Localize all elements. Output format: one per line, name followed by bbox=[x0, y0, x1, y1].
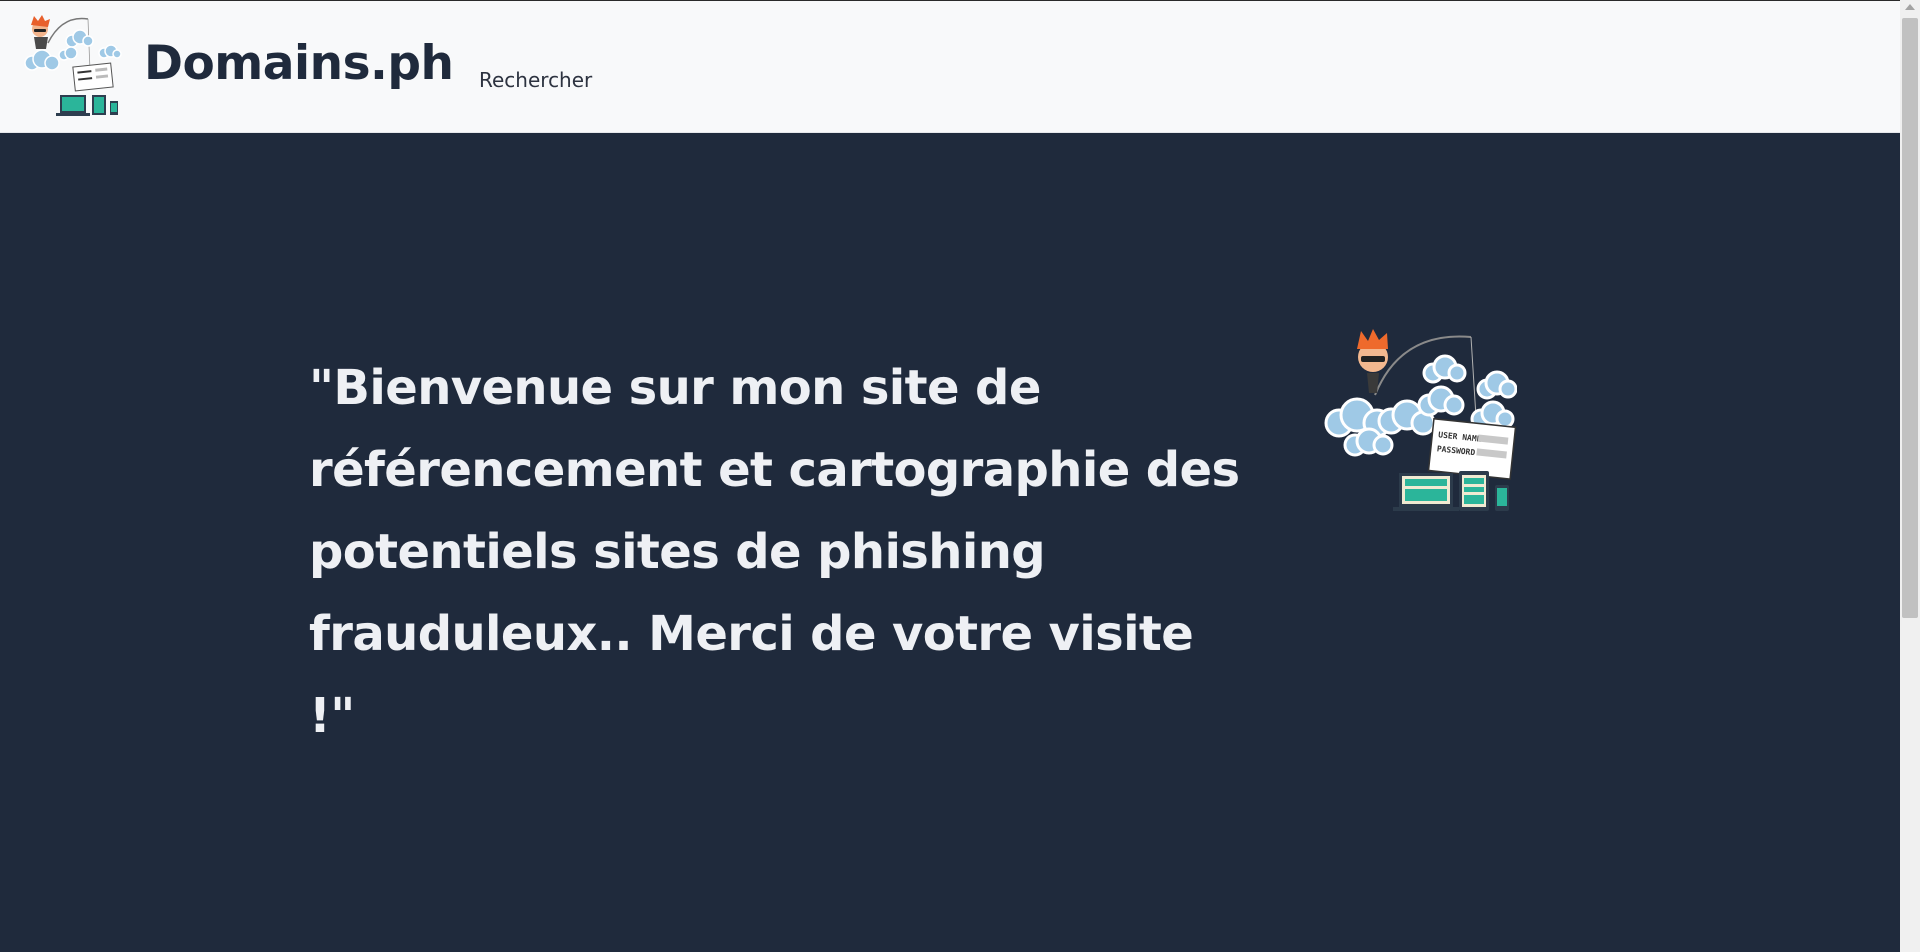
vertical-scrollbar[interactable] bbox=[1900, 0, 1920, 952]
scrollbar-thumb[interactable] bbox=[1902, 18, 1918, 618]
brand-title: Domains.ph bbox=[144, 35, 454, 91]
phishing-hacker-logo-icon bbox=[24, 15, 122, 116]
hero-message: "Bienvenue sur mon site de référencement… bbox=[309, 360, 1240, 744]
phishing-hacker-illustration: USER NAME PASSWORD bbox=[1324, 329, 1517, 511]
scroll-up-arrow-icon[interactable] bbox=[1905, 4, 1915, 10]
brand-link[interactable]: Domains.ph bbox=[22, 13, 454, 121]
navbar: Domains.ph Rechercher bbox=[0, 1, 1900, 133]
hero-section: "Bienvenue sur mon site de référencement… bbox=[0, 133, 1900, 952]
nav-link-rechercher[interactable]: Rechercher bbox=[479, 68, 592, 92]
